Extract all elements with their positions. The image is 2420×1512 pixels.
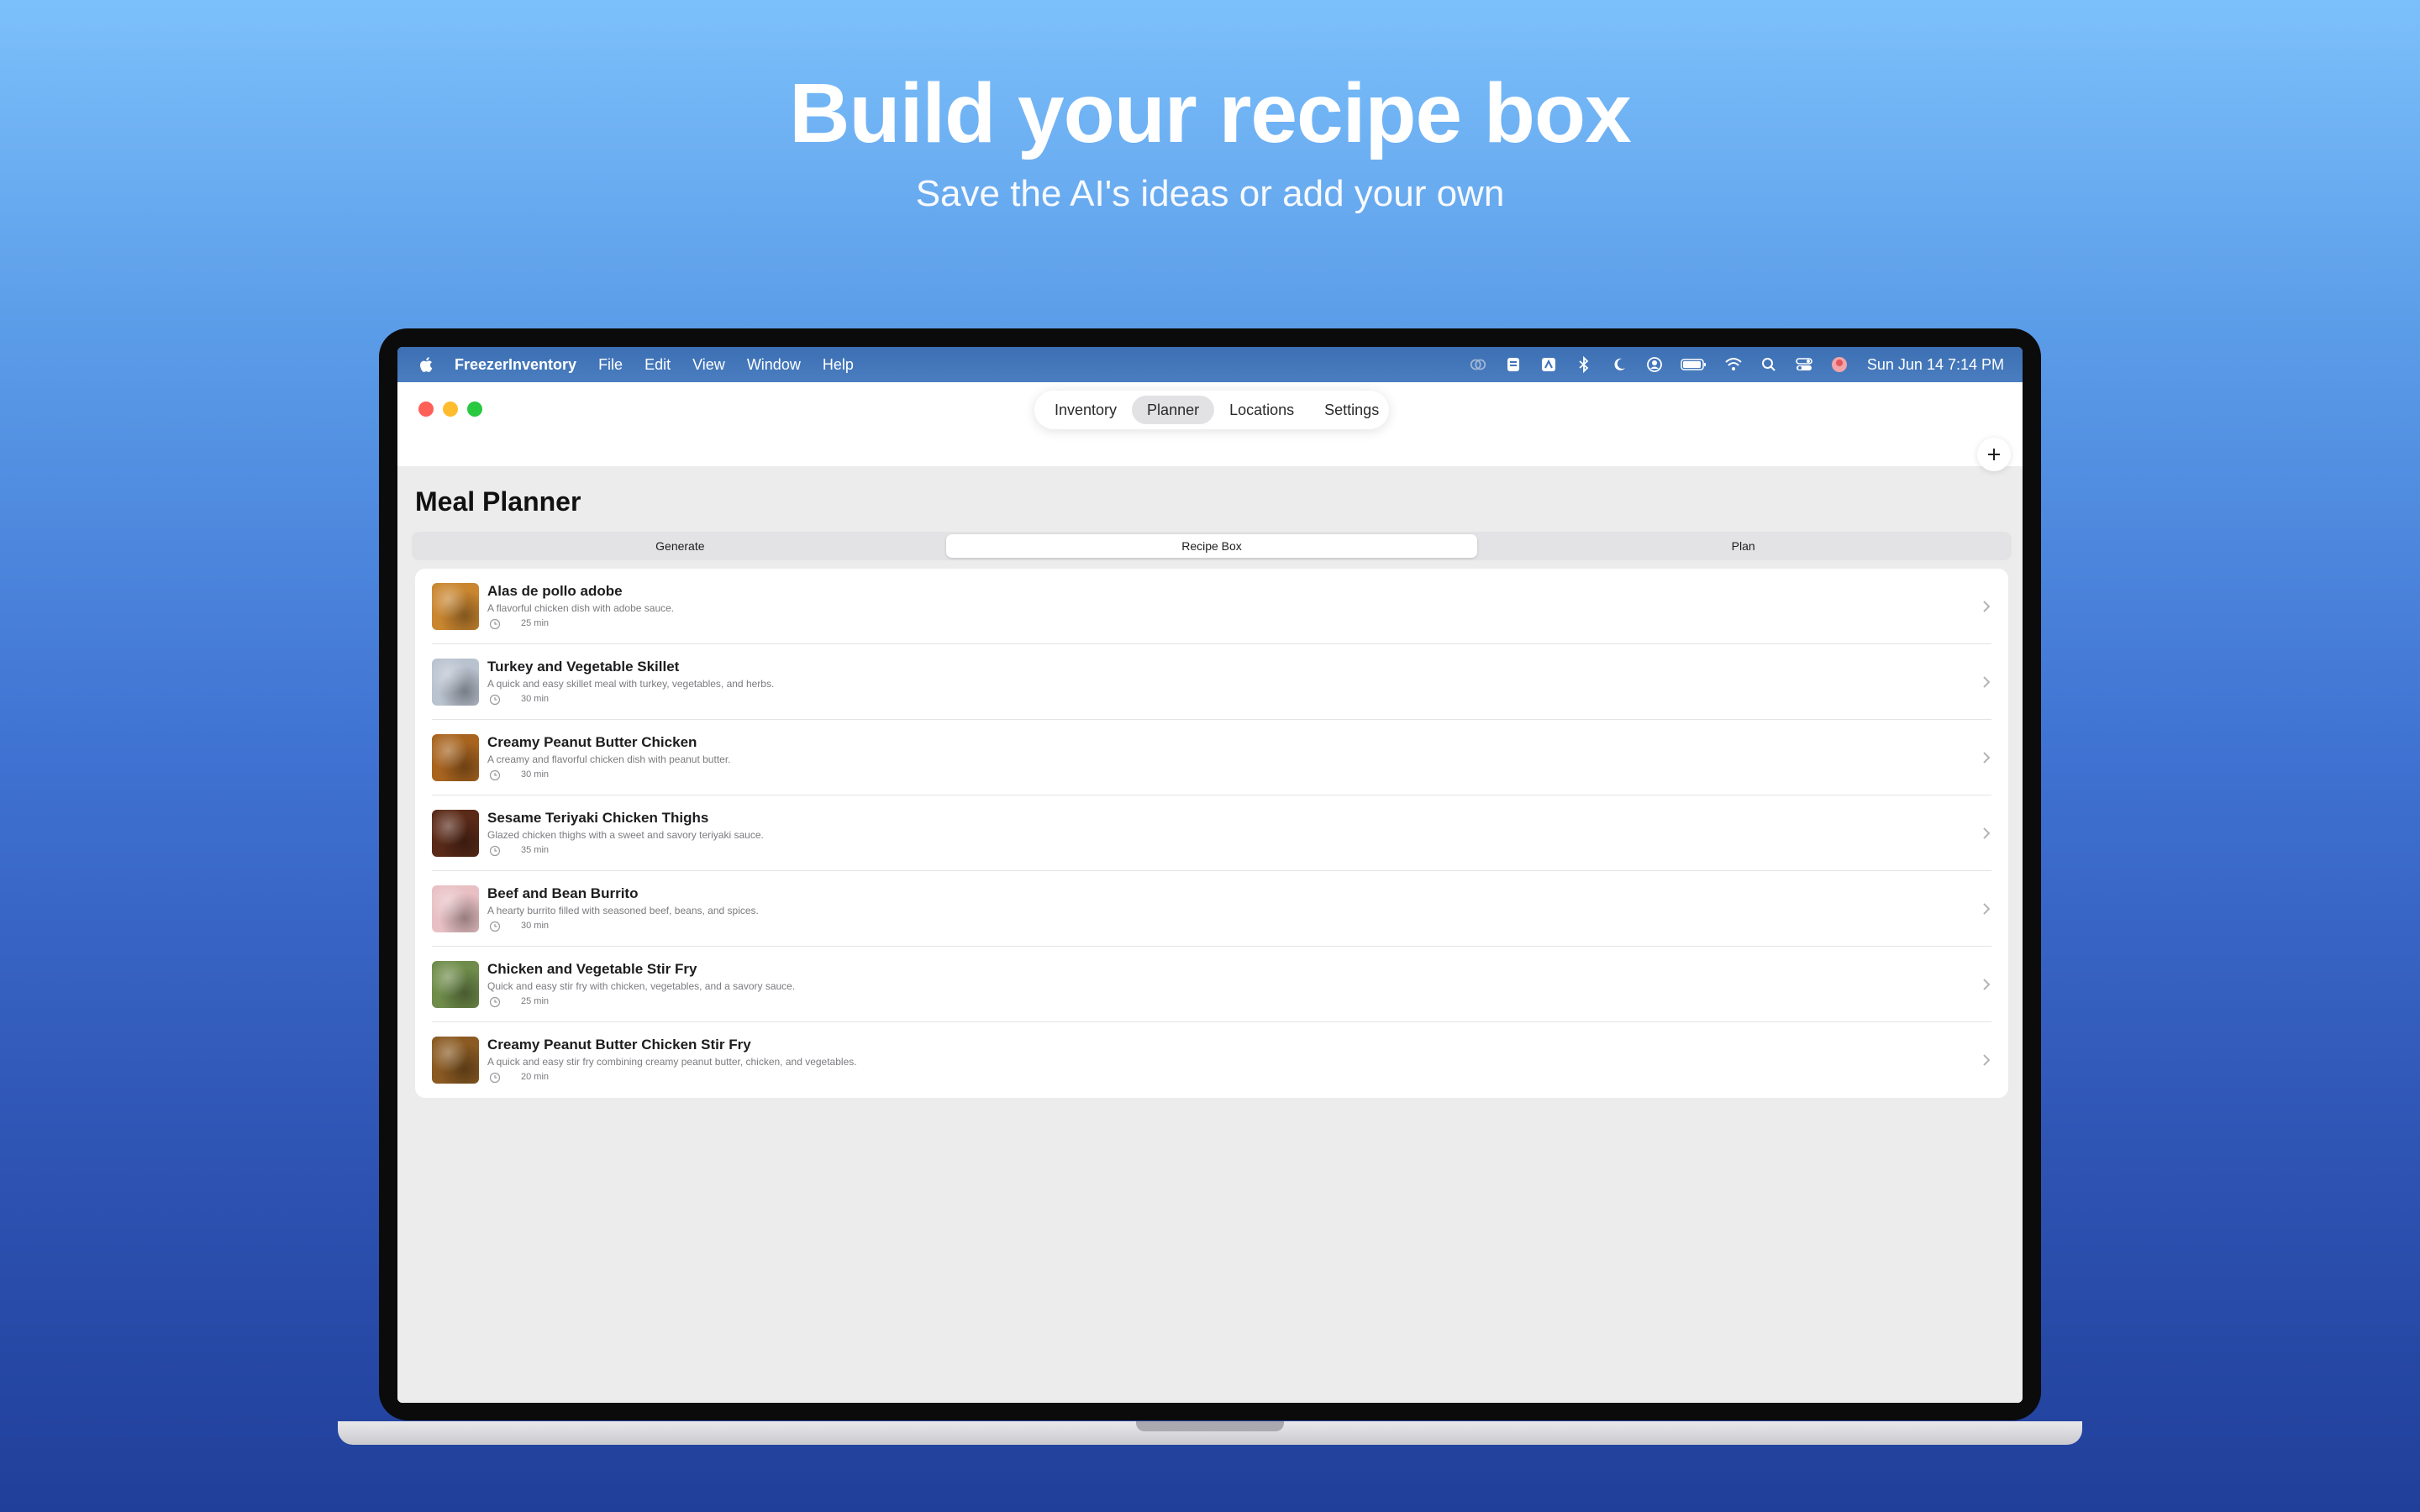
clock-icon bbox=[489, 618, 501, 630]
user-icon[interactable] bbox=[1645, 355, 1664, 374]
chevron-right-icon bbox=[1983, 827, 1991, 839]
app-window: Inventory Planner Locations Settings Mea… bbox=[397, 382, 2023, 1403]
clock-icon bbox=[489, 1072, 501, 1084]
chevron-right-icon bbox=[1983, 979, 1991, 990]
recipe-time: 20 min bbox=[521, 1072, 550, 1082]
zoom-window-button[interactable] bbox=[467, 402, 482, 417]
menu-help[interactable]: Help bbox=[823, 356, 854, 374]
menu-file[interactable]: File bbox=[598, 356, 623, 374]
recipe-row[interactable]: Turkey and Vegetable Skillet A quick and… bbox=[415, 644, 2008, 720]
tab-settings[interactable]: Settings bbox=[1309, 396, 1394, 424]
clock-icon bbox=[489, 845, 501, 857]
recipe-time: 35 min bbox=[521, 845, 550, 855]
bluetooth-icon[interactable] bbox=[1575, 355, 1593, 374]
chevron-right-icon bbox=[1983, 676, 1991, 688]
recipe-thumbnail bbox=[432, 1037, 479, 1084]
recipe-title: Chicken and Vegetable Stir Fry bbox=[487, 961, 697, 977]
recipe-time: 30 min bbox=[521, 921, 550, 931]
menubar-clock[interactable]: Sun Jun 14 7:14 PM bbox=[1867, 356, 2004, 374]
recipe-title: Creamy Peanut Butter Chicken bbox=[487, 734, 697, 750]
tab-locations[interactable]: Locations bbox=[1214, 396, 1309, 424]
menu-view[interactable]: View bbox=[692, 356, 725, 374]
view-picker: Generate Recipe Box Plan bbox=[412, 532, 2012, 560]
chevron-right-icon bbox=[1983, 601, 1991, 612]
recipe-title: Creamy Peanut Butter Chicken Stir Fry bbox=[487, 1037, 751, 1053]
menu-app-name[interactable]: FreezerInventory bbox=[455, 356, 576, 374]
recipe-time: 30 min bbox=[521, 769, 550, 780]
menu-window[interactable]: Window bbox=[747, 356, 801, 374]
avatar-icon[interactable] bbox=[1830, 355, 1849, 374]
tab-inventory[interactable]: Inventory bbox=[1039, 396, 1132, 424]
recipe-title: Beef and Bean Burrito bbox=[487, 885, 639, 901]
titlebar: Inventory Planner Locations Settings bbox=[397, 382, 2023, 471]
privacy-icon[interactable] bbox=[1469, 355, 1487, 374]
clock-icon bbox=[489, 921, 501, 932]
recipe-description: A flavorful chicken dish with adobe sauc… bbox=[487, 602, 675, 614]
tab-planner[interactable]: Planner bbox=[1132, 396, 1215, 424]
recipe-row[interactable]: Chicken and Vegetable Stir Fry Quick and… bbox=[415, 947, 2008, 1022]
wifi-icon[interactable] bbox=[1724, 355, 1743, 374]
close-window-button[interactable] bbox=[418, 402, 434, 417]
control-center-icon[interactable] bbox=[1795, 355, 1813, 374]
plus-icon bbox=[1988, 449, 2000, 460]
app-store-icon[interactable] bbox=[1539, 355, 1558, 374]
recipe-title: Alas de pollo adobe bbox=[487, 583, 623, 599]
apple-icon[interactable] bbox=[418, 355, 436, 374]
recipe-row[interactable]: Beef and Bean Burrito A hearty burrito f… bbox=[415, 871, 2008, 947]
hero-subtitle: Save the AI's ideas or add your own bbox=[915, 173, 1505, 214]
recipe-description: Glazed chicken thighs with a sweet and s… bbox=[487, 829, 764, 841]
recipe-thumbnail bbox=[432, 734, 479, 781]
recipe-list: Alas de pollo adobe A flavorful chicken … bbox=[415, 569, 2008, 1098]
hero-title: Build your recipe box bbox=[789, 66, 1631, 160]
recipe-title: Turkey and Vegetable Skillet bbox=[487, 659, 680, 675]
clock-icon bbox=[489, 769, 501, 781]
clock-icon bbox=[489, 694, 501, 706]
page-title: Meal Planner bbox=[415, 486, 581, 517]
recipe-description: A hearty burrito filled with seasoned be… bbox=[487, 905, 759, 916]
recipe-description: A quick and easy skillet meal with turke… bbox=[487, 678, 775, 690]
recipe-time: 30 min bbox=[521, 694, 550, 704]
recipe-row[interactable]: Alas de pollo adobe A flavorful chicken … bbox=[415, 569, 2008, 644]
menu-edit[interactable]: Edit bbox=[644, 356, 671, 374]
chevron-right-icon bbox=[1983, 752, 1991, 764]
recipe-description: A quick and easy stir fry combining crea… bbox=[487, 1056, 857, 1068]
recipe-description: A creamy and flavorful chicken dish with… bbox=[487, 753, 731, 765]
picker-recipe-box[interactable]: Recipe Box bbox=[945, 534, 1478, 558]
battery-icon[interactable] bbox=[1681, 355, 1707, 374]
shield-icon[interactable] bbox=[1504, 355, 1523, 374]
picker-generate[interactable]: Generate bbox=[414, 534, 946, 558]
moon-icon[interactable] bbox=[1610, 355, 1628, 374]
recipe-thumbnail bbox=[432, 961, 479, 1008]
laptop-screen: FreezerInventory File Edit View Window H… bbox=[397, 347, 2023, 1403]
recipe-thumbnail bbox=[432, 583, 479, 630]
recipe-thumbnail bbox=[432, 885, 479, 932]
recipe-row[interactable]: Sesame Teriyaki Chicken Thighs Glazed ch… bbox=[415, 795, 2008, 871]
recipe-time: 25 min bbox=[521, 996, 550, 1006]
clock-icon bbox=[489, 996, 501, 1008]
recipe-row[interactable]: Creamy Peanut Butter Chicken Stir Fry A … bbox=[415, 1022, 2008, 1098]
chevron-right-icon bbox=[1983, 903, 1991, 915]
recipe-description: Quick and easy stir fry with chicken, ve… bbox=[487, 980, 796, 992]
search-icon[interactable] bbox=[1760, 355, 1778, 374]
picker-plan[interactable]: Plan bbox=[1477, 534, 2009, 558]
recipe-thumbnail bbox=[432, 659, 479, 706]
recipe-title: Sesame Teriyaki Chicken Thighs bbox=[487, 810, 709, 826]
recipe-thumbnail bbox=[432, 810, 479, 857]
status-area: Sun Jun 14 7:14 PM bbox=[1452, 347, 2004, 382]
laptop-hinge-notch bbox=[1136, 1421, 1284, 1431]
minimize-window-button[interactable] bbox=[443, 402, 458, 417]
menu-bar: FreezerInventory File Edit View Window H… bbox=[397, 347, 2023, 382]
recipe-time: 25 min bbox=[521, 618, 550, 628]
add-recipe-button[interactable] bbox=[1977, 438, 2011, 471]
top-navigation: Inventory Planner Locations Settings bbox=[1034, 391, 1389, 429]
recipe-row[interactable]: Creamy Peanut Butter Chicken A creamy an… bbox=[415, 720, 2008, 795]
chevron-right-icon bbox=[1983, 1054, 1991, 1066]
